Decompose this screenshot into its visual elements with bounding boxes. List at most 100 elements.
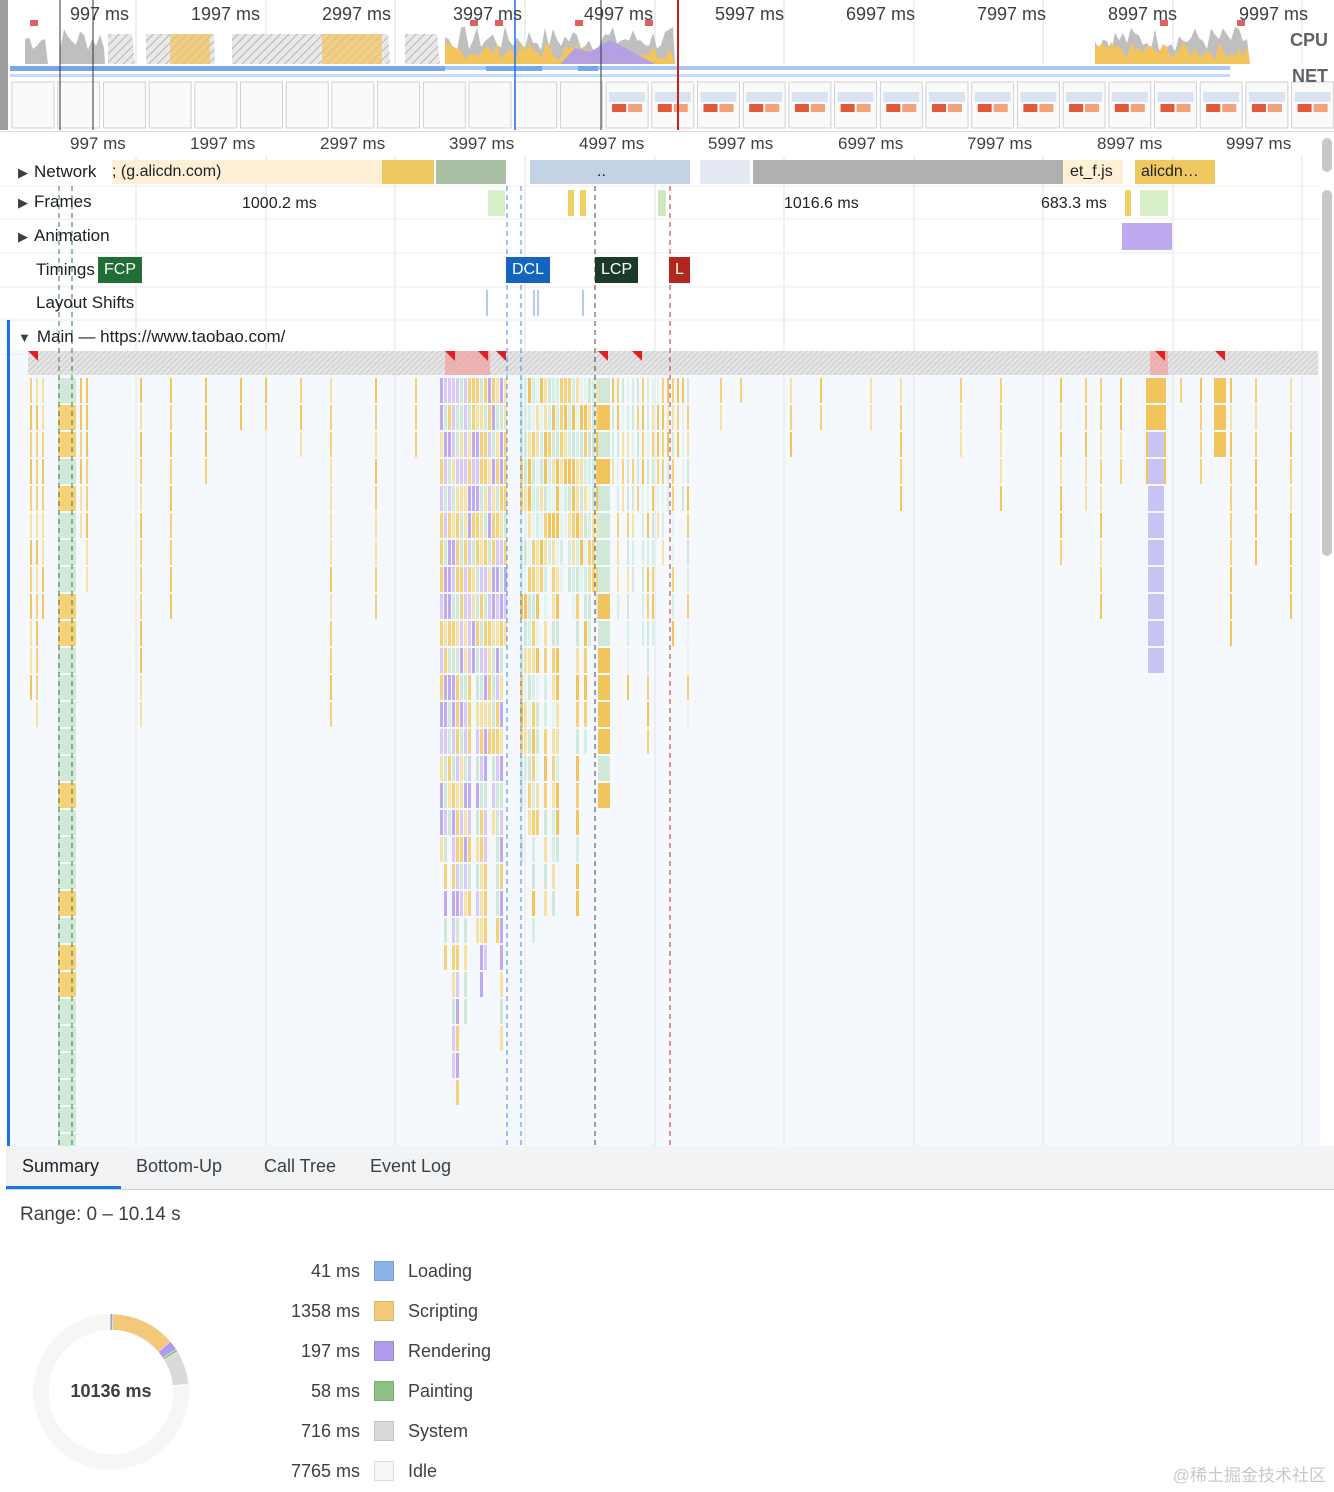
flame-event	[687, 621, 689, 646]
flame-event	[330, 459, 332, 484]
flame-event	[472, 621, 475, 646]
filmstrip-content	[1039, 104, 1054, 112]
flame-chart-canvas[interactable]	[0, 156, 1320, 1146]
flame-event	[667, 486, 669, 511]
flame-event	[444, 486, 447, 511]
flame-event	[532, 729, 535, 754]
flame-event	[464, 621, 467, 646]
flame-event	[576, 540, 579, 565]
flame-chart[interactable]: ▶ Network ; (g.alicdn.com) .. et_f.js ali…	[0, 156, 1320, 1146]
flame-event	[576, 864, 579, 889]
scrollbar-thumb-top[interactable]	[1322, 138, 1332, 172]
vertical-scrollbar[interactable]	[1320, 132, 1334, 1146]
flame-event	[524, 459, 527, 484]
flame-event	[42, 432, 44, 457]
filmstrip-content	[1020, 92, 1057, 102]
flame-event	[540, 486, 543, 511]
flame-event	[560, 567, 563, 592]
flame-event	[476, 648, 479, 673]
flame-event	[556, 486, 559, 511]
flame-event	[576, 891, 579, 916]
flame-event	[592, 378, 595, 403]
flame-event	[472, 594, 475, 619]
frame-duration[interactable]: 1016.6 ms	[784, 195, 859, 213]
flame-event	[58, 459, 76, 484]
flame-event	[552, 594, 555, 619]
flame-event	[598, 378, 610, 403]
flame-event	[86, 378, 88, 403]
flame-event	[592, 486, 595, 511]
lcp-marker[interactable]: LCP	[595, 257, 639, 283]
load-marker[interactable]: L	[669, 257, 690, 283]
flame-event	[524, 486, 527, 511]
flame-event	[687, 432, 689, 457]
tab-bottom-up[interactable]: Bottom-Up	[136, 1156, 222, 1177]
flame-event	[576, 783, 579, 808]
flame-event	[480, 540, 483, 565]
flame-event	[568, 567, 571, 592]
frame-duration[interactable]: 1000.2 ms	[242, 195, 317, 213]
flame-event	[330, 567, 332, 592]
flame-event	[1000, 486, 1002, 511]
cpu-area	[405, 34, 440, 64]
dcl-marker[interactable]: DCL	[506, 257, 551, 283]
flame-event	[484, 810, 487, 835]
flame-event	[464, 648, 467, 673]
tab-call-tree[interactable]: Call Tree	[264, 1156, 336, 1177]
flame-event	[460, 702, 463, 727]
collapse-triangle-icon[interactable]: ▼	[18, 330, 31, 345]
flame-event	[500, 702, 503, 727]
frames-track-header[interactable]: ▶ Frames	[18, 192, 92, 212]
filmstrip-frame	[377, 81, 421, 129]
filmstrip-frame	[102, 81, 146, 129]
expand-triangle-icon[interactable]: ▶	[18, 165, 28, 180]
scrollbar-thumb[interactable]	[1322, 190, 1332, 556]
main-track-header[interactable]: ▼ Main — https://www.taobao.com/	[18, 327, 285, 347]
flame-event	[652, 486, 654, 511]
flame-event	[592, 432, 595, 457]
fcp-marker[interactable]: FCP	[98, 257, 142, 283]
flame-event	[580, 486, 583, 511]
network-request-label[interactable]: et_f.js	[1070, 163, 1113, 181]
flame-event	[612, 405, 614, 430]
network-request-label[interactable]: ..	[597, 163, 606, 181]
network-bar	[436, 160, 506, 184]
flame-event	[205, 459, 207, 484]
flame-event	[448, 729, 451, 754]
tab-summary[interactable]: Summary	[22, 1156, 99, 1177]
flame-event	[484, 486, 487, 511]
flame-event	[484, 783, 487, 808]
flame-event	[544, 567, 547, 592]
flame-event	[464, 378, 467, 403]
timeline-overview[interactable]: 997 ms 1997 ms 2997 ms 3997 ms 4997 ms 5…	[0, 0, 1334, 132]
tab-event-log[interactable]: Event Log	[370, 1156, 451, 1177]
flame-event	[564, 459, 567, 484]
flame-event	[540, 540, 543, 565]
network-request-label[interactable]: alicdn…	[1141, 163, 1199, 181]
network-track-header[interactable]: ▶ Network	[18, 162, 96, 182]
network-request-label[interactable]: ; (g.alicdn.com)	[112, 163, 221, 181]
flame-event	[468, 702, 471, 727]
flame-event	[460, 459, 463, 484]
flame-event	[627, 648, 629, 673]
flame-event	[552, 513, 555, 538]
flame-event	[464, 459, 467, 484]
flame-event	[448, 594, 451, 619]
flame-event	[576, 405, 579, 430]
flame-event	[484, 621, 487, 646]
flame-event	[520, 702, 523, 727]
flame-event	[452, 972, 455, 997]
flame-event	[556, 405, 559, 430]
expand-triangle-icon[interactable]: ▶	[18, 229, 28, 244]
animation-track-header[interactable]: ▶ Animation	[18, 226, 110, 246]
legend-ms: 58 ms	[310, 1381, 360, 1401]
flame-event	[456, 972, 459, 997]
legend-swatch	[374, 1301, 394, 1321]
flame-event	[598, 702, 610, 727]
flame-event	[452, 945, 455, 970]
flame-event	[564, 513, 567, 538]
flame-event	[568, 513, 571, 538]
expand-triangle-icon[interactable]: ▶	[18, 195, 28, 210]
frame-duration[interactable]: 683.3 ms	[1041, 195, 1107, 213]
flame-event	[677, 378, 679, 403]
